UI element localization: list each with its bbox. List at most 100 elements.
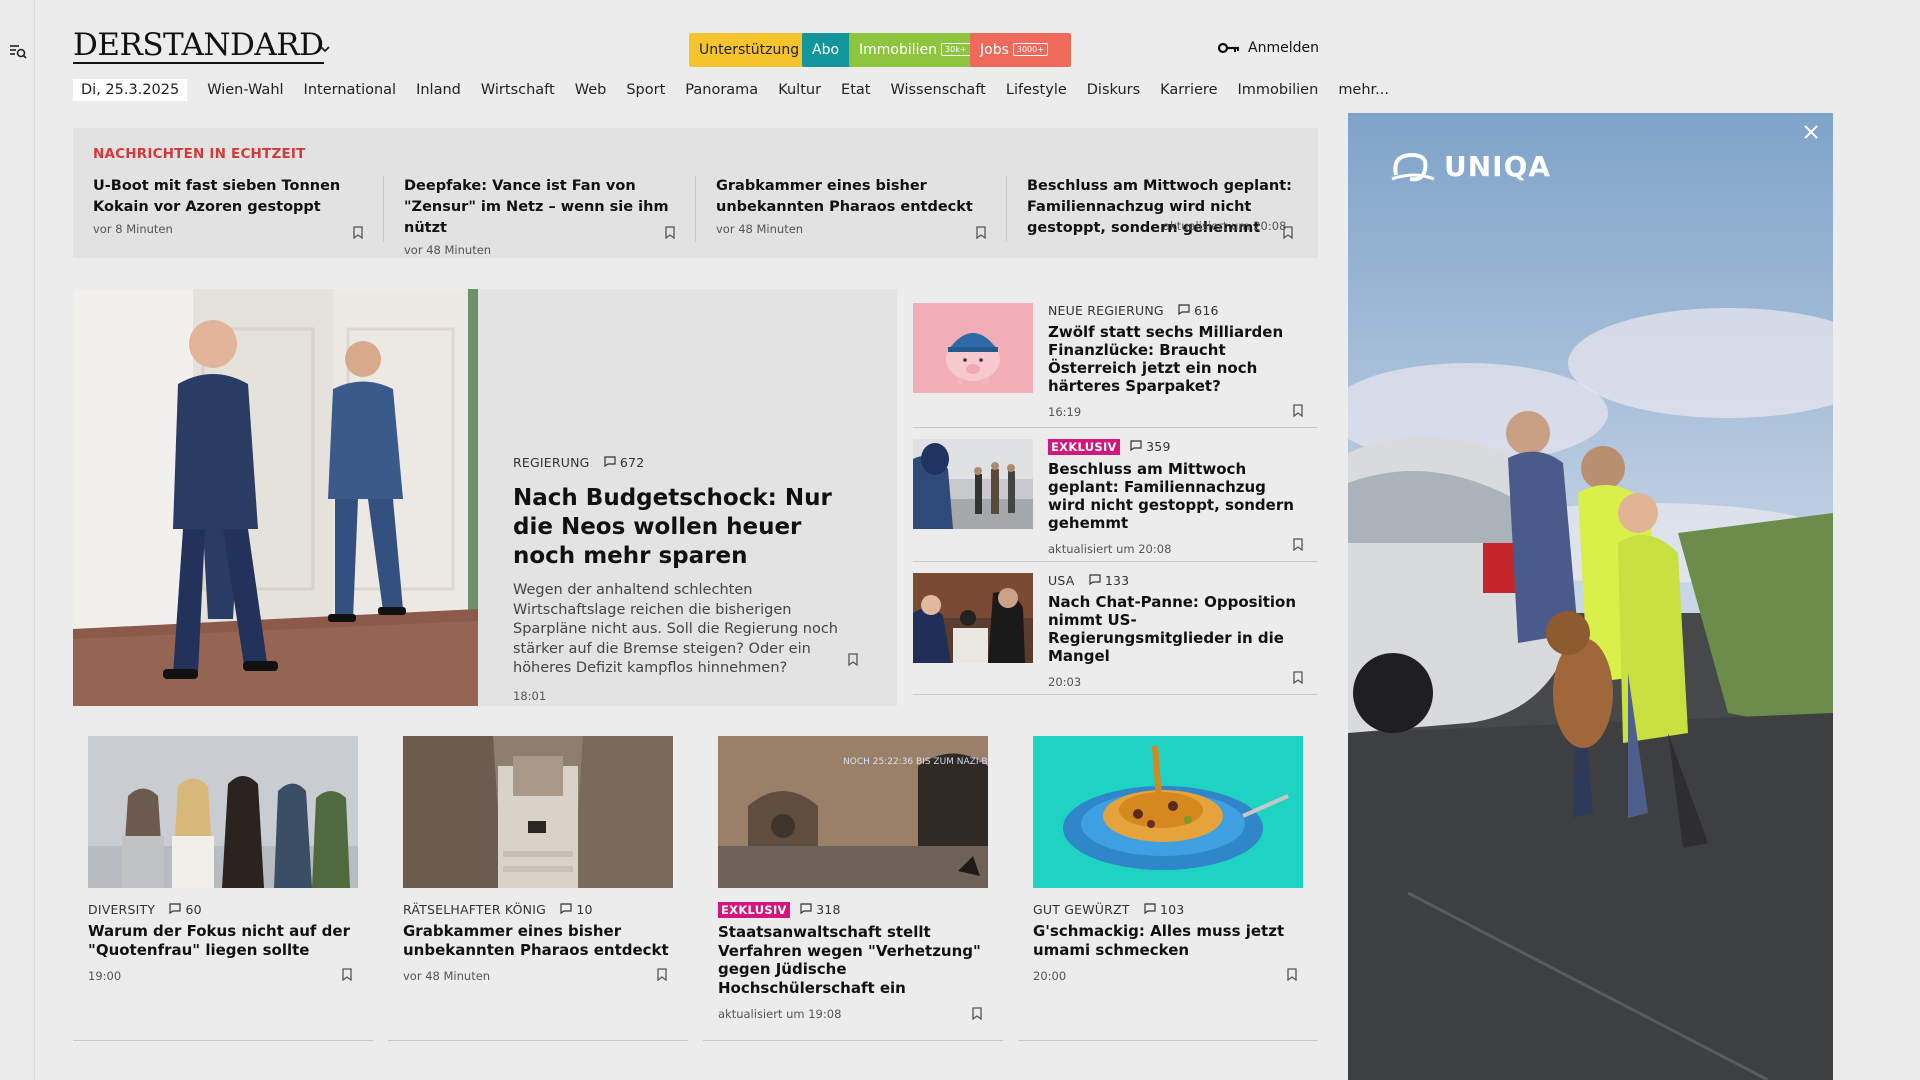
ticker-item-title[interactable]: Grabkammer eines bisher unbekannten Phar… (716, 176, 996, 218)
teaser-card[interactable]: NOCH 25:22:36 BIS ZUM NAZI-BALL 2025 EXK… (718, 736, 988, 1021)
nav-item-immobilien[interactable]: Immobilien (1238, 82, 1319, 98)
ticker-item[interactable]: Grabkammer eines bisher unbekannten Phar… (716, 176, 996, 236)
nav-item-etat[interactable]: Etat (841, 82, 870, 98)
comment-count[interactable]: 10 (560, 902, 593, 917)
ticker-item[interactable]: Deepfake: Vance ist Fan von "Zensur" im … (404, 176, 684, 257)
nav-item-wirtschaft[interactable]: Wirtschaft (481, 82, 555, 98)
immobilien-button[interactable]: Immobilien 30k+ (849, 33, 986, 67)
nav-item-international[interactable]: International (304, 82, 397, 98)
side-article-text: EXKLUSIV 359 Beschluss am Mittwoch gepla… (1048, 439, 1303, 556)
card-title[interactable]: Grabkammer eines bisher unbekannten Phar… (403, 922, 673, 959)
nav-item-diskurs[interactable]: Diskurs (1087, 82, 1140, 98)
bookmark-icon[interactable] (1293, 404, 1303, 417)
card-title[interactable]: Staatsanwaltschaft stellt Verfahren wege… (718, 923, 988, 997)
jobs-button[interactable]: Jobs 3000+ (970, 33, 1071, 67)
card-image[interactable] (403, 736, 673, 888)
comment-count[interactable]: 672 (604, 455, 645, 470)
comment-count[interactable]: 616 (1178, 303, 1219, 318)
bookmark-icon[interactable] (353, 226, 363, 239)
side-article[interactable]: USA 133 Nach Chat-Panne: Opposition nimm… (913, 573, 1318, 695)
comment-count[interactable]: 103 (1144, 902, 1185, 917)
ticker-divider (1006, 176, 1007, 242)
support-button[interactable]: Unterstützung (689, 33, 815, 67)
hero-title[interactable]: Nach Budgetschock: Nur die Neos wollen h… (513, 484, 863, 571)
ticker-item-title[interactable]: U-Boot mit fast sieben Tonnen Kokain vor… (93, 176, 373, 218)
teaser-card[interactable]: DIVERSITY 60 Warum der Fokus nicht auf d… (88, 736, 358, 983)
card-ressort[interactable]: RÄTSELHAFTER KÖNIG (403, 902, 546, 917)
side-time: aktualisiert um 20:08 (1048, 542, 1172, 556)
ticker-divider (695, 176, 696, 242)
bookmark-icon[interactable] (972, 1007, 982, 1020)
ticker-item[interactable]: Beschluss am Mittwoch geplant: Familienn… (1027, 176, 1302, 239)
comment-count[interactable]: 359 (1130, 439, 1171, 454)
live-ticker: NACHRICHTEN IN ECHTZEIT U-Boot mit fast … (73, 128, 1318, 258)
ad-brand[interactable]: UNIQA (1390, 149, 1551, 183)
bookmark-icon[interactable] (657, 968, 667, 981)
side-title[interactable]: Zwölf statt sechs Milliarden Finanzlücke… (1048, 323, 1303, 395)
side-title[interactable]: Beschluss am Mittwoch geplant: Familienn… (1048, 460, 1303, 532)
side-comments: 616 (1194, 303, 1219, 318)
comment-count[interactable]: 133 (1089, 573, 1130, 588)
site-logo[interactable]: DERSTANDARD (73, 28, 324, 64)
hero-article[interactable]: REGIERUNG 672 Nach Budgetschock: Nur die… (73, 289, 897, 706)
ticker-item-title[interactable]: Deepfake: Vance ist Fan von "Zensur" im … (404, 176, 684, 239)
comment-count[interactable]: 318 (800, 902, 841, 917)
bookmark-icon[interactable] (665, 226, 675, 239)
comment-count[interactable]: 60 (169, 902, 202, 917)
key-icon (1218, 42, 1239, 54)
card-time: 20:00 (1033, 969, 1067, 983)
card-image[interactable] (88, 736, 358, 888)
bookmark-icon[interactable] (1287, 968, 1297, 981)
nav-item-sport[interactable]: Sport (626, 82, 665, 98)
nav-item-web[interactable]: Web (575, 82, 607, 98)
login-button[interactable]: Anmelden (1218, 40, 1319, 56)
article-thumbnail[interactable] (913, 439, 1033, 529)
card-ressort[interactable]: GUT GEWÜRZT (1033, 902, 1130, 917)
ticker-item[interactable]: U-Boot mit fast sieben Tonnen Kokain vor… (93, 176, 373, 236)
divider (73, 1040, 373, 1041)
side-ressort[interactable]: USA (1048, 573, 1074, 588)
nav-item-wissenschaft[interactable]: Wissenschaft (890, 82, 985, 98)
bookmark-icon[interactable] (1293, 671, 1303, 684)
bookmark-icon[interactable] (342, 968, 352, 981)
teaser-card[interactable]: GUT GEWÜRZT 103 G'schmackig: Alles muss … (1033, 736, 1303, 983)
ticker-title: NACHRICHTEN IN ECHTZEIT (93, 146, 306, 162)
card-title[interactable]: Warum der Fokus nicht auf der "Quotenfra… (88, 922, 358, 959)
hero-lead: Wegen der anhaltend schlechten Wirtschaf… (513, 582, 838, 676)
card-comments: 318 (816, 902, 841, 917)
card-image[interactable] (1033, 736, 1303, 888)
ticker-item-time: vor 48 Minuten (716, 222, 804, 236)
bookmark-icon[interactable] (1283, 226, 1293, 239)
hero-kicker: REGIERUNG 672 (513, 455, 863, 470)
nav-item-karriere[interactable]: Karriere (1160, 82, 1217, 98)
card-ressort[interactable]: DIVERSITY (88, 902, 155, 917)
bookmark-icon[interactable] (976, 226, 986, 239)
divider (703, 1040, 1003, 1041)
article-thumbnail[interactable] (913, 303, 1033, 393)
nav-item-panorama[interactable]: Panorama (685, 82, 758, 98)
nav-item-lifestyle[interactable]: Lifestyle (1006, 82, 1067, 98)
nav-item-inland[interactable]: Inland (416, 82, 461, 98)
bookmark-icon[interactable] (848, 653, 858, 666)
immobilien-label: Immobilien (859, 42, 938, 58)
side-article[interactable]: NEUE REGIERUNG 616 Zwölf statt sechs Mil… (913, 303, 1318, 428)
hero-image[interactable] (73, 289, 478, 706)
card-image[interactable]: NOCH 25:22:36 BIS ZUM NAZI-BALL 2025 (718, 736, 988, 888)
close-icon[interactable] (1802, 123, 1820, 141)
chevron-down-icon[interactable] (318, 42, 332, 56)
card-title[interactable]: G'schmackig: Alles muss jetzt umami schm… (1033, 922, 1303, 959)
side-ressort[interactable]: NEUE REGIERUNG (1048, 303, 1164, 318)
advertisement[interactable]: UNIQA (1348, 113, 1833, 1080)
card-comments: 60 (185, 902, 202, 917)
nav-item-wien-wahl[interactable]: Wien-Wahl (207, 82, 283, 98)
nav-item-kultur[interactable]: Kultur (778, 82, 821, 98)
teaser-card[interactable]: RÄTSELHAFTER KÖNIG 10 Grabkammer eines b… (403, 736, 673, 983)
hero-ressort[interactable]: REGIERUNG (513, 455, 590, 470)
search-menu-icon[interactable] (9, 42, 27, 60)
nav-item-more[interactable]: mehr... (1338, 82, 1389, 98)
bookmark-icon[interactable] (1293, 538, 1303, 551)
comment-icon (1130, 440, 1142, 452)
side-title[interactable]: Nach Chat-Panne: Opposition nimmt US-Reg… (1048, 593, 1303, 665)
article-thumbnail[interactable] (913, 573, 1033, 663)
side-article[interactable]: EXKLUSIV 359 Beschluss am Mittwoch gepla… (913, 439, 1318, 562)
